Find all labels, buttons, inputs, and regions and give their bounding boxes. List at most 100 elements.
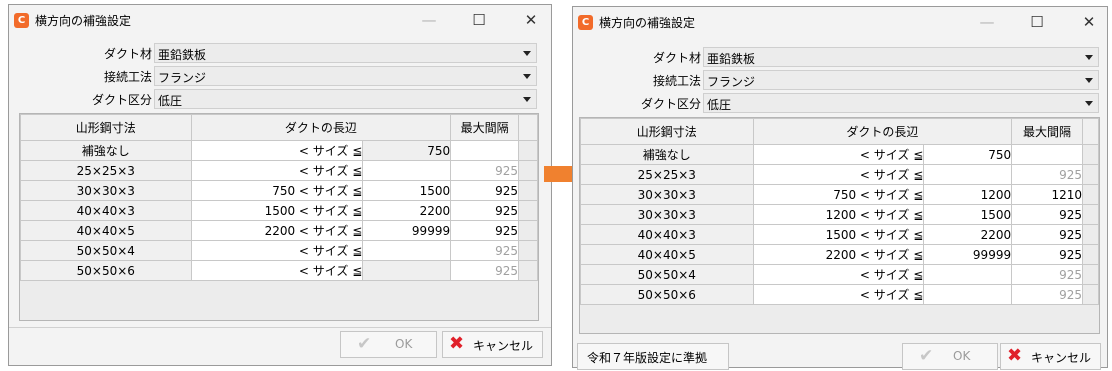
lower-bound-cell[interactable]: < サイズ ≦: [752, 164, 925, 185]
cancel-button-label: キャンセル: [1031, 351, 1092, 365]
max-interval-cell[interactable]: 925: [450, 180, 520, 201]
table-header-row: 山形鋼寸法 ダクトの長辺 最大間隔: [20, 114, 538, 141]
upper-bound-cell[interactable]: [923, 264, 1013, 285]
angle-size-cell: 40×40×5: [580, 244, 754, 265]
duct-class-select[interactable]: 低圧: [703, 93, 1099, 113]
duct-material-row: ダクト材 亜鉛鉄板: [653, 47, 1099, 67]
cancel-button[interactable]: ✖ キャンセル: [1000, 343, 1101, 370]
max-interval-cell[interactable]: 925: [450, 260, 520, 281]
max-interval-cell[interactable]: 925: [450, 240, 520, 261]
max-interval-cell[interactable]: 925: [1011, 244, 1084, 265]
lower-bound-cell[interactable]: 1200 < サイズ ≦: [752, 204, 925, 225]
max-interval-cell[interactable]: 925: [450, 160, 520, 181]
chevron-down-icon[interactable]: [523, 97, 531, 102]
upper-bound-cell[interactable]: [362, 240, 452, 261]
connection-method-select[interactable]: フランジ: [154, 66, 537, 86]
maximize-icon[interactable]: ☐: [465, 9, 493, 31]
lower-bound-cell[interactable]: 2200 < サイズ ≦: [752, 244, 925, 265]
lower-bound-cell[interactable]: < サイズ ≦: [190, 140, 364, 161]
angle-size-cell: 補強なし: [580, 144, 754, 165]
chevron-down-icon[interactable]: [523, 74, 531, 79]
header-max-interval: 最大間隔: [450, 114, 520, 141]
chevron-down-icon[interactable]: [1085, 55, 1093, 60]
duct-material-value: 亜鉛鉄板: [707, 52, 756, 66]
upper-bound-cell[interactable]: [362, 260, 452, 281]
header-duct-long-side: ダクトの長辺: [190, 114, 452, 141]
scroll-gutter-cell: [518, 160, 538, 181]
reiwa7-preset-button[interactable]: 令和７年版設定に準拠: [577, 343, 729, 370]
reiwa7-preset-label: 令和７年版設定に準拠: [587, 351, 708, 365]
header-scroll-gutter: [1082, 118, 1099, 145]
max-interval-cell[interactable]: 925: [1011, 224, 1084, 245]
table-row: 25×25×3 < サイズ ≦ 925: [20, 160, 538, 181]
lower-bound-cell[interactable]: 1500 < サイズ ≦: [752, 224, 925, 245]
table-row: 30×30×3 750 < サイズ ≦ 1200 1210: [580, 184, 1099, 205]
lower-bound-cell[interactable]: 2200 < サイズ ≦: [190, 220, 364, 241]
scroll-gutter-cell: [1082, 164, 1099, 185]
close-icon[interactable]: ✕: [1075, 11, 1103, 33]
upper-bound-cell[interactable]: [923, 164, 1013, 185]
lower-bound-cell[interactable]: < サイズ ≦: [190, 160, 364, 181]
angle-size-cell: 40×40×3: [580, 224, 754, 245]
max-interval-cell[interactable]: 925: [1011, 264, 1084, 285]
max-interval-cell[interactable]: 925: [450, 220, 520, 241]
lower-bound-cell[interactable]: < サイズ ≦: [752, 144, 925, 165]
upper-bound-cell[interactable]: [362, 160, 452, 181]
scroll-gutter-cell: [518, 220, 538, 241]
lower-bound-cell[interactable]: < サイズ ≦: [752, 284, 925, 305]
lower-bound-cell[interactable]: < サイズ ≦: [190, 260, 364, 281]
upper-bound-cell[interactable]: 750: [923, 144, 1013, 165]
max-interval-cell[interactable]: [450, 140, 520, 161]
cancel-button[interactable]: ✖ キャンセル: [442, 331, 543, 358]
max-interval-cell[interactable]: 925: [1011, 204, 1084, 225]
duct-material-select[interactable]: 亜鉛鉄板: [154, 43, 537, 63]
lower-bound-cell[interactable]: < サイズ ≦: [190, 240, 364, 261]
duct-class-row: ダクト区分 低圧: [92, 89, 537, 109]
connection-method-label: 接続工法: [103, 70, 152, 84]
button-bar-divider: [9, 327, 551, 328]
lower-bound-cell[interactable]: 750 < サイズ ≦: [190, 180, 364, 201]
upper-bound-cell[interactable]: 99999: [923, 244, 1013, 265]
reinforcement-table-panel: 山形鋼寸法 ダクトの長辺 最大間隔 補強なし < サイズ ≦ 750 25×25×3 <…: [579, 117, 1100, 334]
angle-size-cell: 40×40×5: [20, 220, 192, 241]
upper-bound-cell[interactable]: 1200: [923, 184, 1013, 205]
duct-material-select[interactable]: 亜鉛鉄板: [703, 47, 1099, 67]
upper-bound-cell[interactable]: 1500: [923, 204, 1013, 225]
upper-bound-cell[interactable]: [923, 284, 1013, 305]
minimize-icon[interactable]: —: [415, 9, 443, 31]
lower-bound-cell[interactable]: 1500 < サイズ ≦: [190, 200, 364, 221]
minimize-icon[interactable]: —: [973, 11, 1001, 33]
table-row: 30×30×3 750 < サイズ ≦ 1500 925: [20, 180, 538, 201]
cancel-button-label: キャンセル: [473, 339, 534, 353]
ok-button[interactable]: ✔ OK: [340, 331, 437, 358]
lower-bound-cell[interactable]: 750 < サイズ ≦: [752, 184, 925, 205]
chevron-down-icon[interactable]: [1085, 78, 1093, 83]
scroll-gutter-cell: [518, 200, 538, 221]
upper-bound-cell[interactable]: 750: [362, 140, 452, 161]
connection-method-select[interactable]: フランジ: [703, 70, 1099, 90]
upper-bound-cell[interactable]: 99999: [362, 220, 452, 241]
maximize-icon[interactable]: ☐: [1023, 11, 1051, 33]
dialog-title: 横方向の補強設定: [35, 14, 132, 28]
upper-bound-cell[interactable]: 2200: [923, 224, 1013, 245]
ok-button[interactable]: ✔ OK: [902, 343, 998, 370]
connection-method-value: フランジ: [158, 71, 207, 85]
table-row: 補強なし < サイズ ≦ 750: [20, 140, 538, 161]
table-row: 40×40×3 1500 < サイズ ≦ 2200 925: [20, 200, 538, 221]
max-interval-cell[interactable]: 925: [450, 200, 520, 221]
table-row: 50×50×6 < サイズ ≦ 925: [580, 284, 1099, 305]
max-interval-cell[interactable]: 925: [1011, 284, 1084, 305]
close-icon[interactable]: ✕: [517, 9, 545, 31]
ok-button-label: OK: [953, 349, 971, 363]
upper-bound-cell[interactable]: 1500: [362, 180, 452, 201]
chevron-down-icon[interactable]: [1085, 101, 1093, 106]
upper-bound-cell[interactable]: 2200: [362, 200, 452, 221]
max-interval-cell[interactable]: 1210: [1011, 184, 1084, 205]
lower-bound-cell[interactable]: < サイズ ≦: [752, 264, 925, 285]
chevron-down-icon[interactable]: [523, 51, 531, 56]
app-icon: C: [14, 13, 29, 28]
max-interval-cell[interactable]: [1011, 144, 1084, 165]
max-interval-cell[interactable]: 925: [1011, 164, 1084, 185]
duct-class-select[interactable]: 低圧: [154, 89, 537, 109]
scroll-gutter-cell: [1082, 184, 1099, 205]
